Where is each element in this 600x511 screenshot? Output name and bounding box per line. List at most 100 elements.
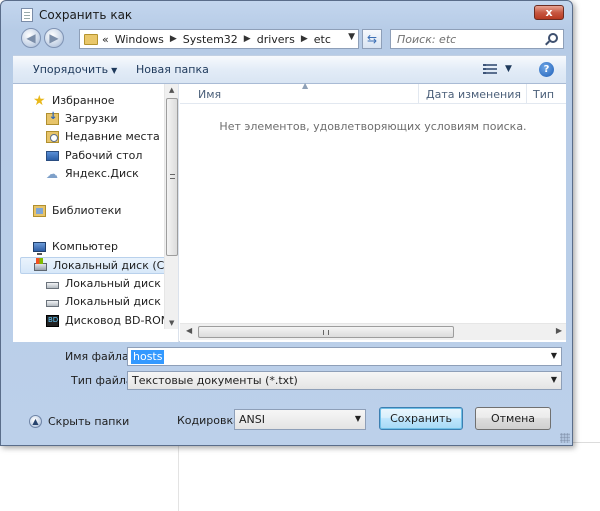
chevron-down-icon: ▼ xyxy=(354,414,361,423)
scroll-down-icon[interactable]: ▼ xyxy=(169,319,174,327)
sidebar-item-label: Избранное xyxy=(52,94,115,107)
column-header-row: ▲ Имя Дата изменения Тип xyxy=(180,81,566,104)
breadcrumb-item-windows[interactable]: Windows xyxy=(115,33,164,46)
navigation-pane: ★ Избранное Загрузки Недавние места Рабоч… xyxy=(13,84,179,342)
scroll-right-icon[interactable]: ▶ xyxy=(556,326,562,335)
back-arrow-icon: ◀ xyxy=(26,31,36,45)
save-as-dialog: Сохранить как x ◀ ▶ « Windows ▶ System32… xyxy=(0,0,573,446)
resize-grip[interactable] xyxy=(560,433,570,443)
breadcrumb-item-system32[interactable]: System32 xyxy=(183,33,238,46)
sort-indicator-icon: ▲ xyxy=(302,81,309,90)
recent-places-icon xyxy=(46,130,59,143)
hide-folders-label: Скрыть папки xyxy=(48,415,130,428)
sidebar-item-recent[interactable]: Недавние места xyxy=(46,128,160,145)
computer-icon xyxy=(33,241,46,255)
notepad-icon xyxy=(21,8,33,22)
sidebar-item-label: Локальный диск (C:) xyxy=(53,259,173,272)
new-folder-button[interactable]: Новая папка xyxy=(136,63,209,76)
forward-button[interactable]: ▶ xyxy=(44,28,64,48)
optical-drive-icon xyxy=(46,314,59,327)
help-icon[interactable]: ? xyxy=(539,62,554,77)
horizontal-scrollbar[interactable]: ◀ ▶ xyxy=(180,323,566,340)
system-drive-icon xyxy=(34,258,47,271)
background-divider-vertical xyxy=(178,446,179,511)
filename-value: hosts xyxy=(131,350,165,364)
file-list-pane: ▲ Имя Дата изменения Тип Нет элементов, … xyxy=(180,81,566,342)
chevron-right-icon[interactable]: ▶ xyxy=(244,34,251,46)
star-icon: ★ xyxy=(33,92,46,109)
sidebar-item-libraries[interactable]: Библиотеки xyxy=(33,202,121,219)
chevron-up-icon: ▲ xyxy=(29,415,42,428)
sidebar-item-label: Рабочий стол xyxy=(65,149,143,162)
refresh-button[interactable]: ⇆ xyxy=(362,29,382,49)
desktop-icon xyxy=(46,150,59,161)
chevron-right-icon[interactable]: ▶ xyxy=(170,34,177,46)
sidebar-item-computer[interactable]: Компьютер xyxy=(33,238,118,255)
organize-button[interactable]: Упорядочить ▼ xyxy=(33,63,117,76)
chevron-down-icon[interactable]: ▼ xyxy=(551,351,557,360)
search-icon[interactable] xyxy=(548,33,558,43)
scroll-left-icon[interactable]: ◀ xyxy=(186,326,192,335)
hard-drive-icon xyxy=(46,281,59,289)
address-bar[interactable]: « Windows ▶ System32 ▶ drivers ▶ etc ▼ xyxy=(79,29,359,49)
forward-arrow-icon: ▶ xyxy=(49,31,59,45)
scrollbar-thumb[interactable] xyxy=(198,326,454,338)
sidebar-item-bd-rom[interactable]: Дисковод BD-ROM (G xyxy=(46,312,179,329)
sidebar-item-label: Компьютер xyxy=(52,240,118,253)
sidebar-item-downloads[interactable]: Загрузки xyxy=(46,110,118,127)
close-button[interactable]: x xyxy=(534,5,564,20)
save-button[interactable]: Сохранить xyxy=(379,407,463,430)
sidebar-item-label: Локальный диск (E:) xyxy=(65,295,179,308)
sidebar-item-label: Локальный диск (D:) xyxy=(65,277,179,290)
sidebar-item-label: Дисковод BD-ROM (G xyxy=(65,314,179,327)
filetype-select[interactable]: Текстовые документы (*.txt) ▼ xyxy=(127,371,562,390)
hide-folders-button[interactable]: ▲ Скрыть папки xyxy=(29,415,129,428)
sidebar-item-yandex-disk[interactable]: ☁ Яндекс.Диск xyxy=(46,165,139,182)
chevron-down-icon: ▼ xyxy=(550,375,557,384)
sidebar-item-label: Недавние места xyxy=(65,130,160,143)
empty-list-message: Нет элементов, удовлетворяющих условиям … xyxy=(219,120,527,133)
scrollbar-thumb[interactable] xyxy=(166,98,178,256)
cloud-icon: ☁ xyxy=(46,166,58,181)
column-name[interactable]: Имя xyxy=(198,88,221,101)
column-date-modified[interactable]: Дата изменения xyxy=(426,88,521,101)
column-type[interactable]: Тип xyxy=(533,88,554,101)
organize-label: Упорядочить xyxy=(33,63,109,76)
breadcrumb-item-drivers[interactable]: drivers xyxy=(257,33,295,46)
title-bar[interactable]: Сохранить как x xyxy=(1,1,572,27)
sidebar-item-desktop[interactable]: Рабочий стол xyxy=(46,147,142,164)
sidebar-item-favorites[interactable]: ★ Избранное xyxy=(33,92,114,109)
filename-label: Имя файла: xyxy=(65,350,133,363)
back-button[interactable]: ◀ xyxy=(21,28,41,48)
sidebar-item-label: Загрузки xyxy=(65,112,118,125)
encoding-value: ANSI xyxy=(239,413,265,426)
library-icon xyxy=(33,204,46,217)
filetype-value: Текстовые документы (*.txt) xyxy=(132,374,298,387)
filename-field[interactable]: hosts ▼ xyxy=(127,347,562,366)
sidebar-hscroll xyxy=(13,329,178,342)
scroll-up-icon[interactable]: ▲ xyxy=(169,86,174,94)
breadcrumb-overflow[interactable]: « xyxy=(102,33,109,46)
window-title: Сохранить как xyxy=(39,8,133,22)
breadcrumb: « Windows ▶ System32 ▶ drivers ▶ etc xyxy=(102,33,331,46)
sidebar-item-drive-d[interactable]: Локальный диск (D:) xyxy=(46,275,179,292)
chevron-down-icon[interactable]: ▼ xyxy=(348,32,355,42)
search-input[interactable] xyxy=(397,32,537,46)
toolbar: Упорядочить ▼ Новая папка ▼ ? xyxy=(13,55,566,84)
sidebar-item-label: Яндекс.Диск xyxy=(65,167,139,180)
chevron-right-icon[interactable]: ▶ xyxy=(301,34,308,46)
view-options-dropdown[interactable]: ▼ xyxy=(505,64,512,74)
content-area: ★ Избранное Загрузки Недавние места Рабоч… xyxy=(13,81,566,342)
cancel-button[interactable]: Отмена xyxy=(475,407,551,430)
folder-icon xyxy=(84,34,98,45)
sidebar-item-drive-e[interactable]: Локальный диск (E:) xyxy=(46,293,179,310)
view-details-icon[interactable] xyxy=(483,64,497,76)
downloads-icon xyxy=(46,111,59,125)
sidebar-item-label: Библиотеки xyxy=(52,204,122,217)
sidebar-scrollbar[interactable]: ▲ ▼ xyxy=(164,84,178,329)
chevron-down-icon: ▼ xyxy=(111,66,118,75)
breadcrumb-item-etc[interactable]: etc xyxy=(314,33,331,46)
search-box[interactable] xyxy=(390,29,564,49)
sidebar-item-drive-c[interactable]: Локальный диск (C:) xyxy=(20,257,173,274)
encoding-select[interactable]: ANSI ▼ xyxy=(234,409,366,430)
